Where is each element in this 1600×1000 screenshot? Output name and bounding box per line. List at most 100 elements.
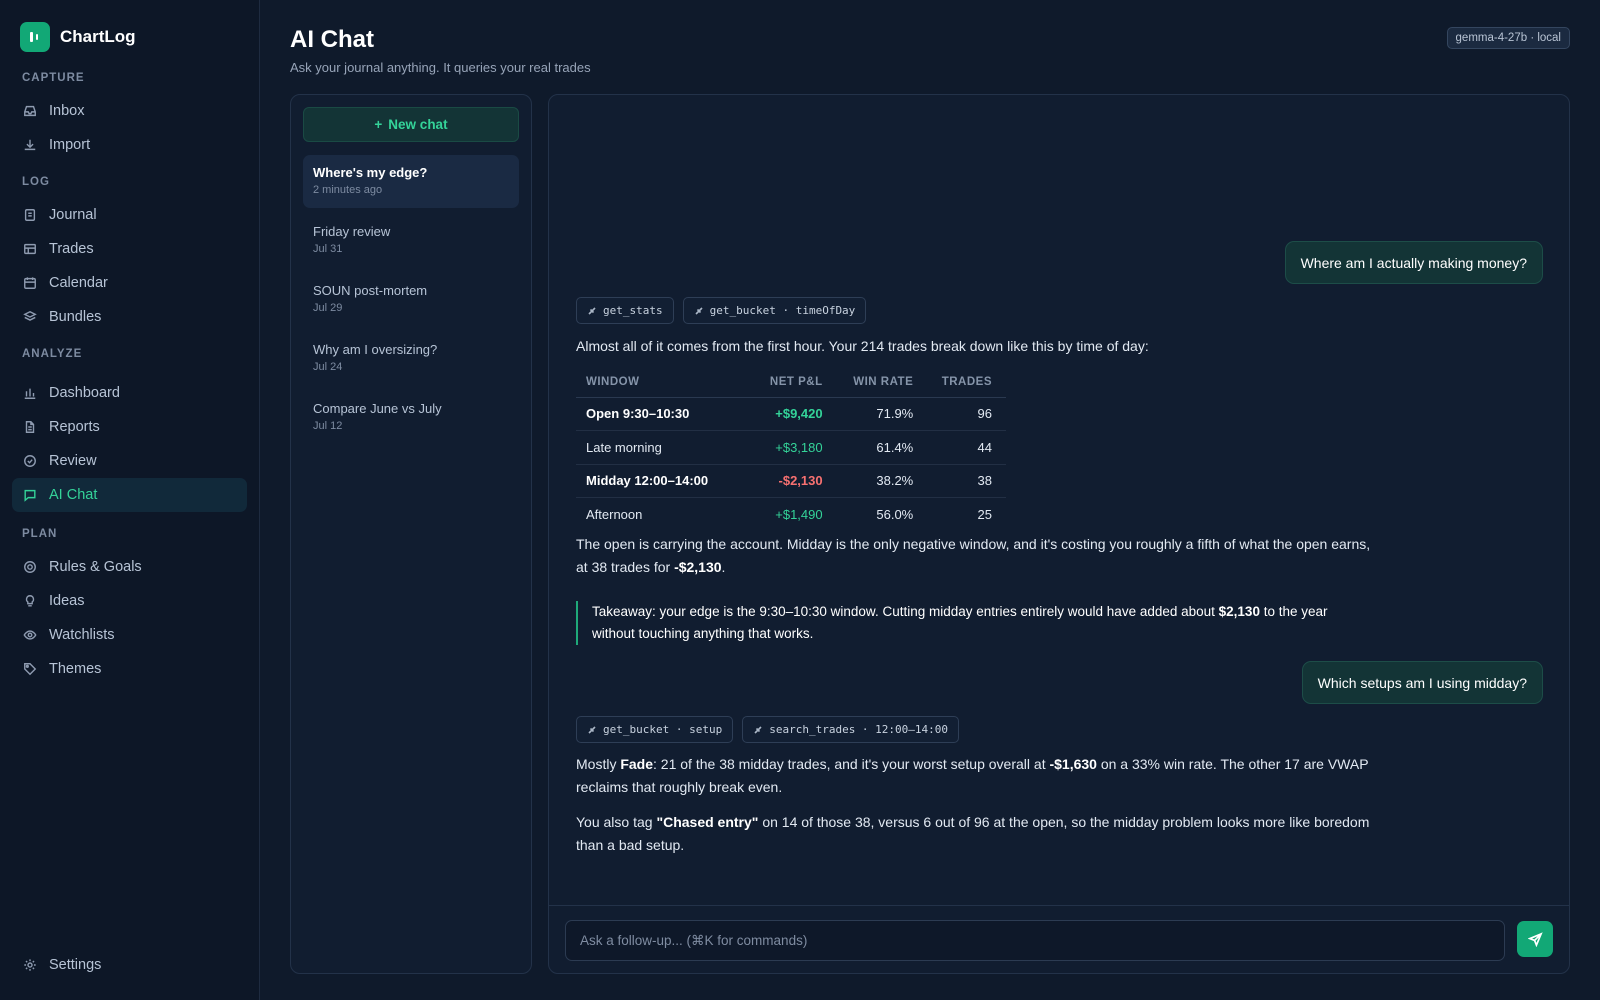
tool-call-chip[interactable]: get_stats: [576, 297, 674, 324]
pnl-cell: +$1,490: [775, 507, 823, 522]
sidebar-item-settings[interactable]: Settings: [12, 948, 247, 982]
layers-icon: [23, 310, 37, 321]
user-message: Where am I actually making money?: [1284, 241, 1543, 284]
sidebar-item-label: Calendar: [49, 275, 108, 291]
table-header-row: WINDOW NET P&L WIN RATE TRADES: [576, 367, 1006, 398]
table-row: Midday 12:00–14:00 -$2,130 38.2% 38: [576, 464, 1006, 498]
takeaway-callout: Takeaway: your edge is the 9:30–10:30 wi…: [576, 601, 1336, 645]
pnl-cell: +$3,180: [754, 430, 837, 465]
emphasis: $2,130: [1218, 604, 1260, 619]
chat-item-title: Where's my edge?: [313, 165, 428, 180]
tool-call-label: get_bucket · timeOfDay: [709, 304, 856, 317]
sidebar-item-label: Bundles: [49, 309, 102, 325]
tool-call-chip[interactable]: search_trades · 12:00–14:00: [742, 716, 960, 743]
trades-cell: 44: [927, 430, 1006, 465]
page-subtitle: Ask your journal anything. It queries yo…: [290, 60, 591, 75]
tool-call-chip[interactable]: get_bucket · setup: [576, 716, 734, 743]
chat-bubble-icon: [24, 489, 36, 502]
sidebar-item-label: Dashboard: [49, 385, 120, 401]
text-run: : 21 of the 38 midday trades, and it's y…: [653, 756, 1050, 772]
sidebar-item-inbox[interactable]: Inbox: [12, 94, 247, 128]
sidebar-item-label: Ideas: [49, 593, 85, 609]
sidebar-item-label: Watchlists: [49, 627, 115, 643]
column-header: NET P&L: [754, 367, 837, 398]
sidebar-item-calendar[interactable]: Calendar: [12, 266, 247, 300]
document-icon: [25, 421, 35, 433]
download-icon: [24, 139, 36, 151]
column-header: WINDOW: [576, 367, 755, 398]
lightbulb-icon: [25, 595, 35, 607]
chat-history-item[interactable]: Compare June vs July Jul 12: [303, 391, 519, 444]
chat-item-date: Jul 31: [313, 243, 343, 255]
sidebar-item-ai-chat[interactable]: AI Chat: [12, 478, 247, 512]
emphasis: "Chased entry": [656, 814, 759, 830]
sidebar-item-label: Themes: [49, 661, 102, 677]
brand-name: ChartLog: [60, 27, 136, 46]
emphasis: -$1,630: [1049, 756, 1097, 772]
brand[interactable]: ChartLog: [20, 22, 136, 52]
sidebar-item-label: Trades: [49, 241, 94, 257]
journal-icon: [24, 209, 36, 221]
window-cell: Afternoon: [586, 507, 643, 522]
win-rate-cell: 56.0%: [876, 507, 914, 522]
sidebar-item-watchlists[interactable]: Watchlists: [12, 618, 247, 652]
conversation-panel: Where am I actually making money? get_st…: [548, 94, 1570, 974]
chat-history-item[interactable]: Why am I oversizing? Jul 24: [303, 332, 519, 385]
window-cell: Midday 12:00–14:00: [576, 464, 755, 498]
text-run: You also tag: [576, 814, 657, 830]
text-run: .: [721, 559, 726, 575]
eye-icon: [23, 630, 37, 640]
sidebar-item-themes[interactable]: Themes: [12, 652, 247, 686]
table-row: Late morning +$3,180 61.4% 44: [576, 430, 1006, 465]
tag-icon: [24, 663, 37, 676]
trades-cell: 25: [977, 507, 992, 522]
chat-item-title: Friday review: [313, 224, 391, 239]
new-chat-button[interactable]: + New chat: [303, 107, 519, 142]
section-analyze: ANALYZE: [22, 348, 83, 360]
send-button[interactable]: [1517, 921, 1553, 957]
calendar-icon: [24, 277, 36, 289]
sidebar-item-journal[interactable]: Journal: [12, 198, 247, 232]
win-rate-cell: 71.9%: [836, 397, 928, 431]
chat-item-date: Jul 29: [313, 302, 343, 314]
sidebar-item-reports[interactable]: Reports: [12, 410, 247, 444]
assistant-intro: Almost all of it comes from the first ho…: [576, 338, 1149, 354]
trades-cell: 38: [927, 464, 1006, 498]
window-cell: Open 9:30–10:30: [576, 397, 755, 431]
chat-item-date: Jul 12: [313, 420, 343, 432]
text-run: Takeaway: your edge is the 9:30–10:30 wi…: [592, 604, 1219, 619]
section-plan: PLAN: [22, 528, 58, 540]
tool-call-chip[interactable]: get_bucket · timeOfDay: [682, 297, 867, 324]
chat-history-item[interactable]: Friday review Jul 31: [303, 214, 519, 267]
tool-call-label: get_bucket · setup: [603, 723, 723, 736]
section-capture: CAPTURE: [22, 72, 85, 84]
new-chat-label: New chat: [388, 117, 448, 132]
sidebar-item-label: Reports: [49, 419, 100, 435]
tool-link-icon: [754, 725, 762, 734]
tool-calls: get_stats get_bucket · timeOfDay: [576, 297, 867, 324]
assistant-paragraph: The open is carrying the account. Midday…: [576, 533, 1376, 579]
sidebar: ChartLog CAPTURE Inbox Import LOG Journa…: [0, 0, 260, 1000]
emphasis: -$2,130: [674, 559, 722, 575]
tool-link-icon: [588, 306, 596, 315]
sidebar-item-label: Journal: [49, 207, 97, 223]
page-title: AI Chat: [290, 26, 374, 53]
time-of-day-table: WINDOW NET P&L WIN RATE TRADES Open 9:30…: [576, 367, 1006, 531]
sidebar-item-rules-goals[interactable]: Rules & Goals: [12, 550, 247, 584]
chat-history-item[interactable]: Where's my edge? 2 minutes ago: [303, 155, 519, 208]
sidebar-item-dashboard[interactable]: Dashboard: [12, 376, 247, 410]
sidebar-item-label: Review: [49, 453, 97, 469]
sidebar-item-import[interactable]: Import: [12, 128, 247, 162]
sidebar-item-trades[interactable]: Trades: [12, 232, 247, 266]
window-cell: Late morning: [576, 430, 755, 465]
sidebar-item-label: Inbox: [49, 103, 85, 119]
trades-cell: 96: [927, 397, 1006, 431]
chat-history-item[interactable]: SOUN post-mortem Jul 29: [303, 273, 519, 326]
chat-history-panel: + New chat Where's my edge? 2 minutes ag…: [290, 94, 532, 974]
sidebar-item-ideas[interactable]: Ideas: [12, 584, 247, 618]
message-input[interactable]: [565, 920, 1505, 961]
model-badge[interactable]: gemma-4-27b · local: [1446, 27, 1570, 49]
tool-call-label: get_stats: [603, 304, 663, 317]
sidebar-item-review[interactable]: Review: [12, 444, 247, 478]
sidebar-item-bundles[interactable]: Bundles: [12, 300, 247, 334]
